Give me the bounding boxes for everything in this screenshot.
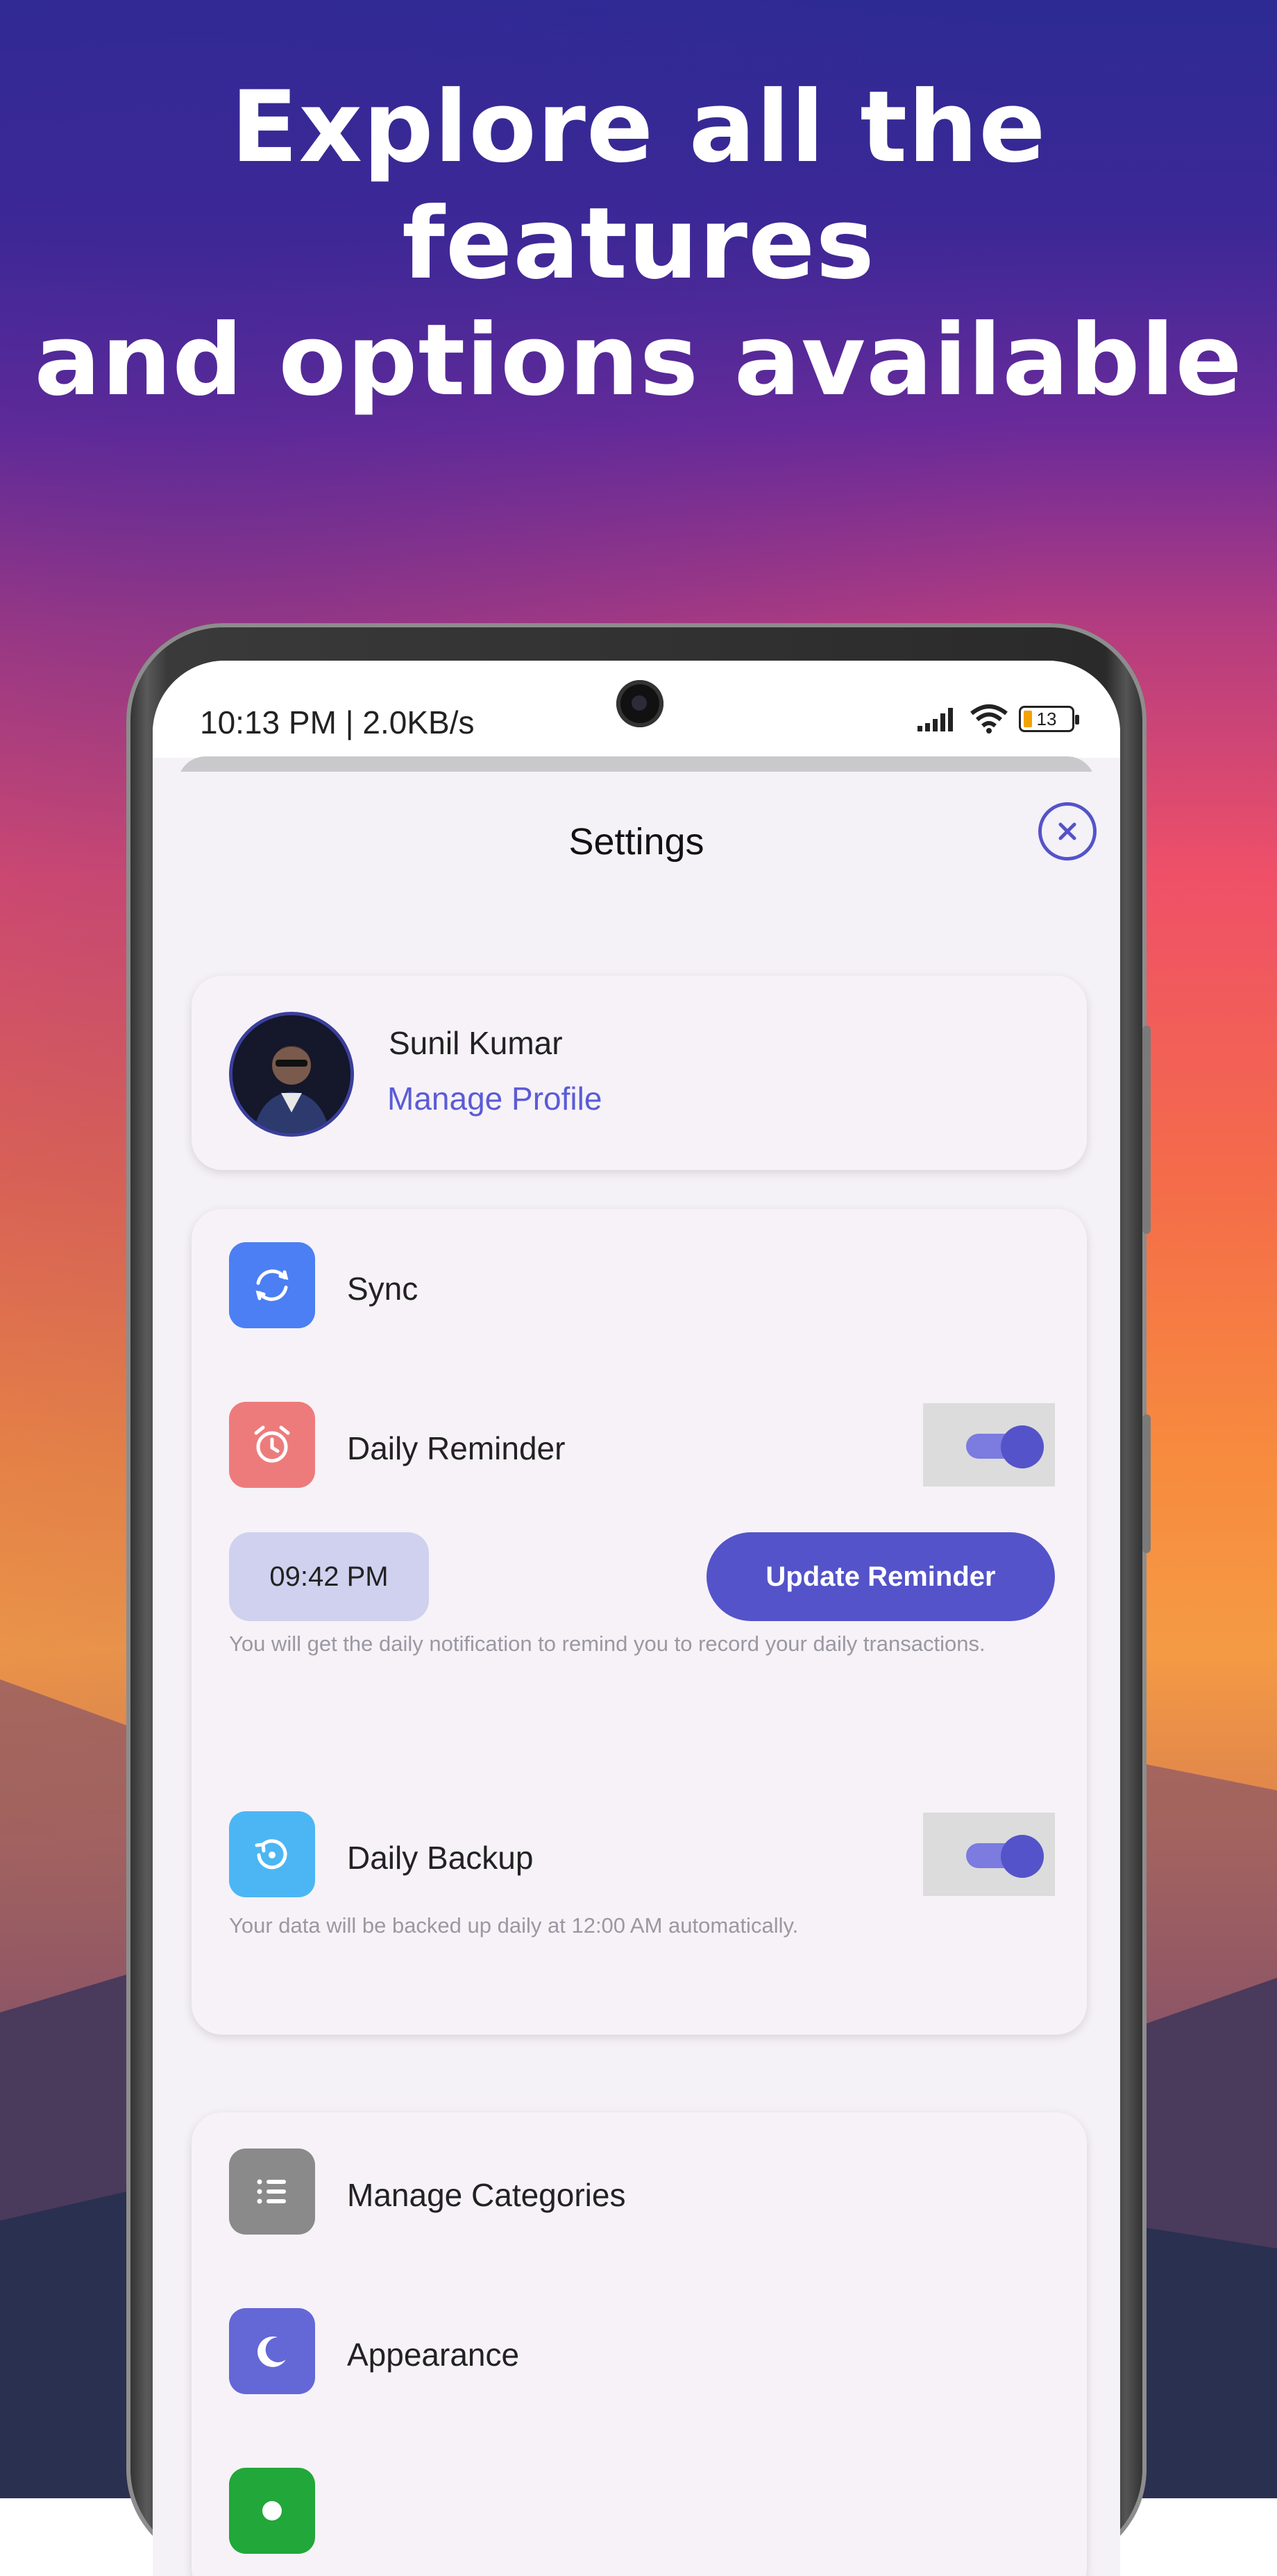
profile-name: Sunil Kumar bbox=[389, 1025, 563, 1061]
page-title: Settings bbox=[568, 821, 704, 863]
close-button[interactable] bbox=[1038, 802, 1097, 861]
update-reminder-button[interactable]: Update Reminder bbox=[707, 1532, 1055, 1621]
alarm-glyph bbox=[254, 1425, 290, 1463]
close-icon bbox=[1058, 822, 1076, 840]
manage-profile-link[interactable]: Manage Profile bbox=[387, 1080, 602, 1117]
settings-card: Sync Daily Reminder 09:42 PM Update Remi… bbox=[192, 1209, 1087, 2035]
headline-line-2: and options available bbox=[34, 303, 1243, 418]
daily-reminder-label: Daily Reminder bbox=[347, 1430, 566, 1466]
daily-backup-label: Daily Backup bbox=[347, 1840, 534, 1876]
battery-icon: 13 bbox=[1019, 706, 1079, 732]
backup-note: Your data will be backed up daily at 12:… bbox=[229, 1913, 799, 1938]
headline: Explore all the features and options ava… bbox=[0, 69, 1277, 419]
reminder-time-chip[interactable]: 09:42 PM bbox=[229, 1532, 429, 1621]
manage-categories-label[interactable]: Manage Categories bbox=[347, 2176, 625, 2214]
backup-glyph bbox=[255, 1839, 287, 1870]
volume-button bbox=[1142, 1026, 1151, 1234]
backup-restore-icon bbox=[229, 1811, 315, 1897]
status-bar: 10:13 PM | 2.0KB/s 13 bbox=[153, 661, 1120, 758]
alarm-clock-icon bbox=[229, 1402, 315, 1488]
daily-reminder-toggle[interactable] bbox=[923, 1403, 1055, 1486]
partial-setting-icon bbox=[229, 2468, 315, 2554]
power-button bbox=[1142, 1414, 1151, 1553]
list-glyph bbox=[257, 2179, 286, 2204]
list-icon bbox=[229, 2149, 315, 2235]
phone-screen: 10:13 PM | 2.0KB/s 13 Settings Sunil Kum… bbox=[153, 661, 1120, 2576]
moon-glyph bbox=[257, 2336, 286, 2367]
headline-line-1: Explore all the features bbox=[230, 70, 1047, 301]
front-camera bbox=[616, 680, 663, 727]
sync-glyph bbox=[255, 1269, 289, 1301]
reminder-note: You will get the daily notification to r… bbox=[229, 1632, 986, 1656]
toggle-knob bbox=[1001, 1425, 1044, 1468]
sync-icon[interactable] bbox=[229, 1242, 315, 1328]
profile-card[interactable]: Sunil Kumar Manage Profile bbox=[192, 976, 1087, 1170]
appearance-label[interactable]: Appearance bbox=[347, 2336, 519, 2373]
settings-header: Settings bbox=[153, 772, 1120, 910]
sync-label[interactable]: Sync bbox=[347, 1270, 418, 1307]
avatar-photo bbox=[232, 1015, 350, 1133]
battery-level: 13 bbox=[1036, 708, 1057, 729]
moon-icon bbox=[229, 2308, 315, 2394]
daily-backup-toggle[interactable] bbox=[923, 1813, 1055, 1896]
signal-icon bbox=[917, 708, 953, 731]
partial-glyph bbox=[262, 2501, 282, 2520]
avatar[interactable] bbox=[229, 1012, 354, 1137]
status-time: 10:13 PM | 2.0KB/s bbox=[200, 704, 475, 740]
phone-frame: 10:13 PM | 2.0KB/s 13 Settings Sunil Kum… bbox=[126, 623, 1151, 2576]
more-settings-card: Manage Categories Appearance bbox=[192, 2112, 1087, 2576]
status-icons: 13 bbox=[916, 702, 1079, 736]
wifi-icon bbox=[970, 704, 1008, 734]
toggle-knob bbox=[1001, 1835, 1044, 1878]
